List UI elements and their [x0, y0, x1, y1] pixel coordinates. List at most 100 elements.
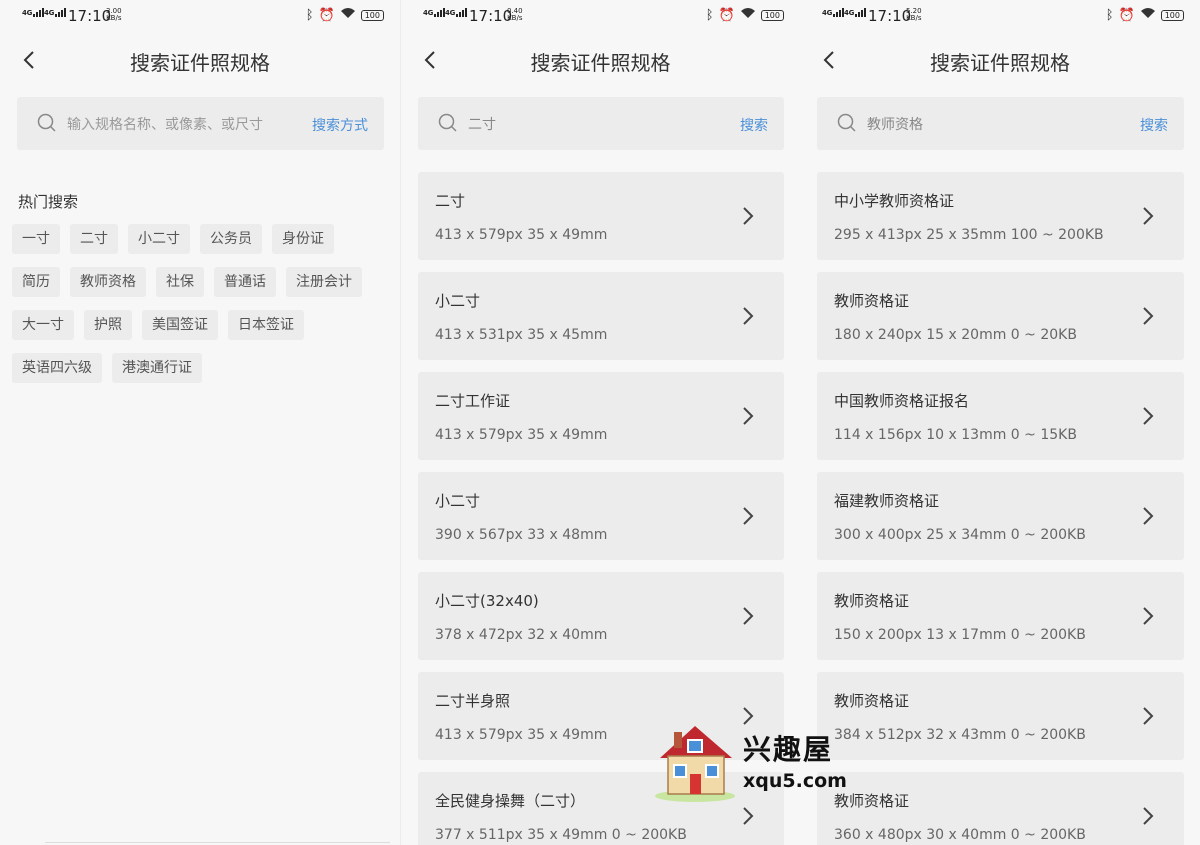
watermark-url: xqu5.com [743, 770, 847, 792]
result-card[interactable]: 二寸工作证 413 x 579px 35 x 49mm [418, 372, 784, 460]
network-type: 4G [22, 9, 33, 17]
result-list: 中小学教师资格证 295 x 413px 25 x 35mm 100 ~ 200K… [817, 172, 1184, 845]
result-spec: 413 x 579px 35 x 49mm [435, 727, 608, 743]
chevron-right-icon [1143, 407, 1154, 425]
hot-tag[interactable]: 日本签证 [228, 310, 304, 340]
result-name: 中国教师资格证报名 [834, 392, 970, 410]
hot-tag[interactable]: 护照 [84, 310, 132, 340]
hot-tag[interactable]: 注册会计 [286, 267, 362, 297]
result-spec: 150 x 200px 13 x 17mm 0 ~ 200KB [834, 627, 1086, 643]
result-card[interactable]: 小二寸 390 x 567px 33 x 48mm [418, 472, 784, 560]
result-card[interactable]: 中国教师资格证报名 114 x 156px 10 x 13mm 0 ~ 15KB [817, 372, 1184, 460]
chevron-right-icon [1143, 507, 1154, 525]
chevron-right-icon [1143, 307, 1154, 325]
screen-search-results: 4G 4G 17:10 0.40 KB/s ᛒ ⏰ 100 搜索证件照规格 二寸 … [400, 0, 800, 845]
search-input[interactable]: 输入规格名称、或像素、或尺寸 [67, 114, 263, 134]
network-type: 4G [844, 9, 855, 17]
page-title: 搜索证件照规格 [530, 51, 671, 75]
hot-tag[interactable]: 二寸 [70, 224, 118, 254]
search-bar[interactable]: 教师资格 搜索 [817, 97, 1184, 150]
nav-bar: 搜索证件照规格 [401, 42, 800, 78]
result-spec: 413 x 579px 35 x 49mm [435, 427, 608, 443]
hot-tag[interactable]: 大一寸 [12, 310, 74, 340]
bluetooth-icon: ᛒ [1105, 7, 1114, 23]
signal-icon: 4G [445, 8, 468, 17]
hot-tag[interactable]: 教师资格 [70, 267, 146, 297]
alarm-icon: ⏰ [318, 7, 335, 23]
hot-tag[interactable]: 社保 [156, 267, 204, 297]
bluetooth-icon: ᛒ [305, 7, 314, 23]
result-spec: 413 x 531px 35 x 45mm [435, 327, 608, 343]
result-card[interactable]: 小二寸 413 x 531px 35 x 45mm [418, 272, 784, 360]
hot-tag[interactable]: 美国签证 [142, 310, 218, 340]
network-type: 4G [445, 9, 456, 17]
result-card[interactable]: 二寸 413 x 579px 35 x 49mm [418, 172, 784, 260]
result-name: 教师资格证 [834, 292, 910, 310]
status-bar: 4G 4G 17:10 3.00 KB/s ᛒ ⏰ 100 [22, 6, 384, 26]
bluetooth-icon: ᛒ [705, 7, 714, 23]
network-type: 4G [423, 9, 434, 17]
result-spec: 295 x 413px 25 x 35mm 100 ~ 200KB [834, 227, 1104, 243]
net-speed: 5.20 KB/s [906, 8, 922, 22]
result-name: 全民健身操舞（二寸） [435, 792, 586, 810]
status-bar: 4G 4G 17:10 5.20 KB/s ᛒ ⏰ 100 [822, 6, 1184, 26]
chevron-right-icon [1143, 207, 1154, 225]
signal-icon: 4G [22, 8, 45, 17]
net-speed: 0.40 KB/s [507, 8, 523, 22]
result-card[interactable]: 小二寸(32x40) 378 x 472px 32 x 40mm [418, 572, 784, 660]
search-button[interactable]: 搜索 [1140, 115, 1168, 135]
result-card[interactable]: 福建教师资格证 300 x 400px 25 x 34mm 0 ~ 200KB [817, 472, 1184, 560]
hot-tag[interactable]: 港澳通行证 [112, 353, 202, 383]
result-spec: 360 x 480px 30 x 40mm 0 ~ 200KB [834, 827, 1086, 843]
result-card[interactable]: 教师资格证 384 x 512px 32 x 43mm 0 ~ 200KB [817, 672, 1184, 760]
hot-tag[interactable]: 普通话 [214, 267, 276, 297]
result-card[interactable]: 教师资格证 180 x 240px 15 x 20mm 0 ~ 20KB [817, 272, 1184, 360]
hot-tags: 一寸 二寸 小二寸 公务员 身份证 简历 教师资格 社保 普通话 注册会计 大一… [12, 224, 382, 383]
chevron-right-icon [743, 407, 754, 425]
alarm-icon: ⏰ [718, 7, 735, 23]
screen-search-results-teacher: 4G 4G 17:10 5.20 KB/s ᛒ ⏰ 100 搜索证件照规格 教师资… [800, 0, 1200, 845]
chevron-right-icon [743, 507, 754, 525]
result-card[interactable]: 教师资格证 360 x 480px 30 x 40mm 0 ~ 200KB [817, 772, 1184, 845]
hot-tag[interactable]: 公务员 [200, 224, 262, 254]
hot-tag[interactable]: 小二寸 [128, 224, 190, 254]
nav-bar: 搜索证件照规格 [800, 42, 1200, 78]
search-button[interactable]: 搜索 [740, 115, 768, 135]
wifi-icon [1140, 7, 1156, 23]
chevron-right-icon [743, 607, 754, 625]
net-speed-unit: KB/s [106, 14, 122, 22]
search-bar[interactable]: 二寸 搜索 [418, 97, 784, 150]
search-input[interactable]: 二寸 [468, 114, 496, 134]
result-card[interactable]: 中小学教师资格证 295 x 413px 25 x 35mm 100 ~ 200K… [817, 172, 1184, 260]
search-bar[interactable]: 输入规格名称、或像素、或尺寸 搜索方式 [17, 97, 384, 150]
network-type: 4G [822, 9, 833, 17]
clock: 17:10 [469, 7, 513, 25]
search-mode-button[interactable]: 搜索方式 [312, 115, 368, 135]
status-icons: ᛒ ⏰ 100 [306, 7, 384, 23]
battery-icon: 100 [360, 9, 384, 21]
signal-icon: 4G [844, 8, 867, 17]
net-speed: 3.00 KB/s [106, 8, 122, 22]
result-spec: 413 x 579px 35 x 49mm [435, 227, 608, 243]
screen-search-home: 4G 4G 17:10 3.00 KB/s ᛒ ⏰ 100 搜索证件照规格 输入规… [0, 0, 400, 845]
result-name: 小二寸 [435, 492, 481, 510]
chevron-right-icon [1143, 707, 1154, 725]
result-name: 小二寸 [435, 292, 481, 310]
hot-tag[interactable]: 身份证 [272, 224, 334, 254]
page-title: 搜索证件照规格 [130, 51, 270, 75]
hot-tag[interactable]: 一寸 [12, 224, 60, 254]
clock: 17:10 [68, 7, 112, 25]
hot-tag[interactable]: 简历 [12, 267, 60, 297]
result-name: 教师资格证 [834, 592, 910, 610]
result-spec: 378 x 472px 32 x 40mm [435, 627, 608, 643]
status-bar: 4G 4G 17:10 0.40 KB/s ᛒ ⏰ 100 [423, 6, 784, 26]
result-name: 二寸工作证 [435, 392, 511, 410]
hot-tag[interactable]: 英语四六级 [12, 353, 102, 383]
result-spec: 390 x 567px 33 x 48mm [435, 527, 608, 543]
battery-icon: 100 [1160, 9, 1184, 21]
result-card[interactable]: 教师资格证 150 x 200px 13 x 17mm 0 ~ 200KB [817, 572, 1184, 660]
signal-icon: 4G [44, 8, 67, 17]
house-logo-icon [655, 726, 735, 802]
search-input[interactable]: 教师资格 [867, 114, 923, 134]
wifi-icon [340, 7, 356, 23]
